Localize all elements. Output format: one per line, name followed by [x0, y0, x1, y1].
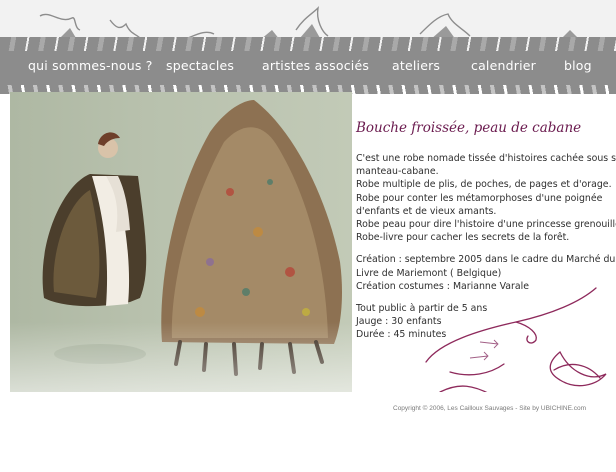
description-line: manteau-cabane. — [356, 166, 439, 178]
costume-photo: photo : Marianne Varale — [10, 92, 352, 469]
main-navigation: qui sommes-nous ? spectacles artistes as… — [0, 37, 616, 94]
footer-copyright: Copyright © 2006, Les Cailloux Sauvages … — [393, 405, 587, 412]
description-line: Robe-livre pour cacher les secrets de la… — [356, 232, 570, 244]
page-title: Bouche froissée, peau de cabane — [356, 120, 582, 136]
description-line: Robe pour conter les métamorphoses d'une… — [356, 192, 603, 204]
description-line: Robe multiple de plis, de poches, de pag… — [356, 179, 612, 191]
nav-item-ateliers[interactable]: ateliers — [392, 46, 440, 88]
nav-item-spectacles[interactable]: spectacles — [166, 46, 234, 88]
description-line: C'est une robe nomade tissée d'histoires… — [356, 153, 616, 164]
creation-line: Création : septembre 2005 dans le cadre … — [356, 254, 616, 266]
description-line: Robe peau pour dire l'histoire d'une pri… — [356, 219, 616, 231]
nav-item-calendrier[interactable]: calendrier — [471, 46, 536, 88]
curly-thread-decoration — [425, 287, 607, 395]
creation-line: Livre de Mariemont ( Belgique) — [356, 267, 502, 279]
nav-item-qui-sommes-nous[interactable]: qui sommes-nous ? — [28, 46, 153, 88]
description-paragraph: C'est une robe nomade tissée d'histoires… — [356, 152, 616, 244]
nav-item-blog[interactable]: blog — [564, 46, 592, 88]
bottom-torn-edge — [0, 392, 616, 403]
nav-item-artistes-associes[interactable]: artistes associés — [262, 46, 369, 88]
photo-fade — [10, 322, 352, 392]
description-line: d'enfants et de vieux amants. — [356, 205, 497, 217]
